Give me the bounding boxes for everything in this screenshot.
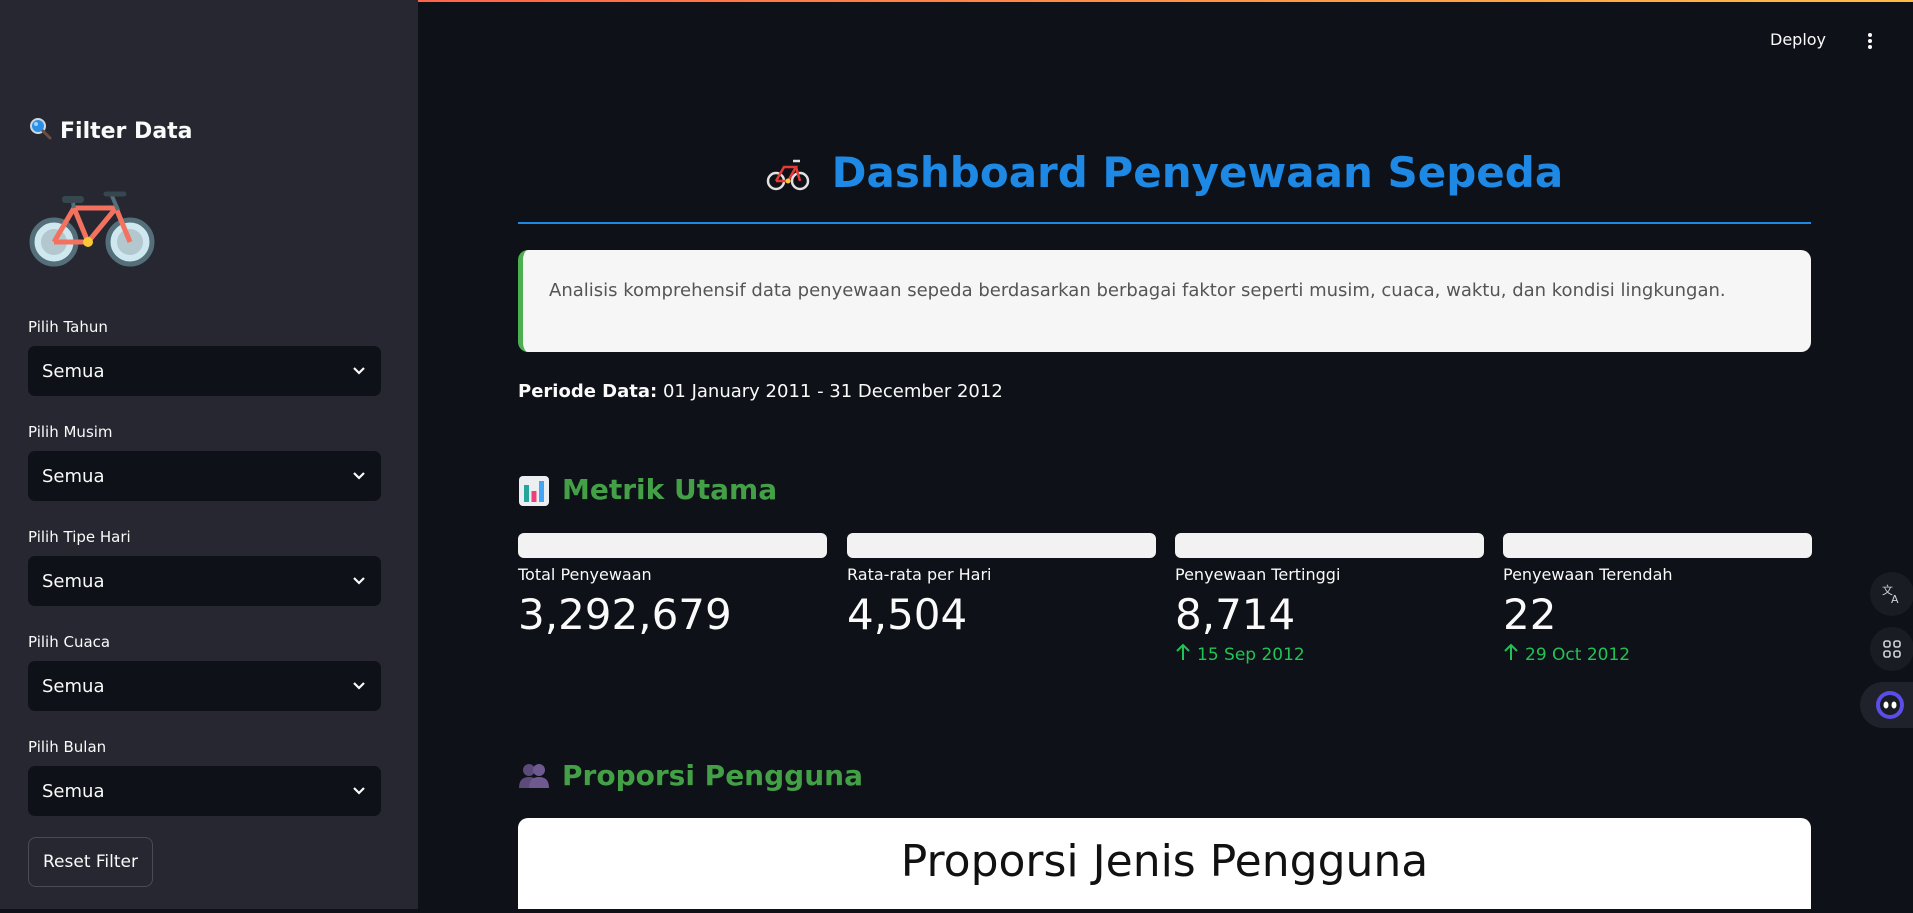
bicycle-icon: [766, 156, 822, 196]
periode-value: 01 January 2011 - 31 December 2012: [662, 381, 1003, 402]
bicycle-image: [28, 184, 156, 272]
more-options-icon[interactable]: [1862, 30, 1878, 52]
metric-terendah: Penyewaan Terendah 22 29 Oct 2012: [1503, 533, 1812, 666]
metric-label: Rata-rata per Hari: [847, 565, 992, 584]
chevron-down-icon: [351, 678, 367, 694]
metric-value: 4,504: [847, 590, 968, 639]
metric-bar: [847, 533, 1156, 558]
description-text: Analisis komprehensif data penyewaan sep…: [549, 280, 1726, 301]
apps-grid-icon[interactable]: [1870, 627, 1913, 671]
filter-tipe-hari-value: Semua: [42, 570, 105, 592]
page-title: Dashboard Penyewaan Sepeda: [518, 148, 1811, 197]
metric-value: 3,292,679: [518, 590, 732, 639]
metric-delta: 29 Oct 2012: [1503, 643, 1812, 666]
filter-bulan-label: Pilih Bulan: [28, 738, 107, 756]
chevron-down-icon: [351, 783, 367, 799]
filter-tipe-hari-select[interactable]: Semua: [28, 556, 381, 606]
users-title-label: Proporsi Pengguna: [562, 759, 863, 792]
chevron-down-icon: [351, 468, 367, 484]
metric-delta: 15 Sep 2012: [1175, 643, 1484, 666]
sidebar-title-label: Filter Data: [60, 118, 193, 144]
filter-musim-select[interactable]: Semua: [28, 451, 381, 501]
reset-filter-button[interactable]: Reset Filter: [28, 837, 153, 887]
metric-value: 8,714: [1175, 590, 1296, 639]
filter-bulan-value: Semua: [42, 780, 105, 802]
metric-bar: [518, 533, 827, 558]
chevron-down-icon: [351, 363, 367, 379]
sidebar: Filter Data Pilih Tahun Semua Pilih Musi…: [0, 0, 418, 909]
arrow-up-icon: [1175, 643, 1191, 666]
users-icon: [518, 761, 550, 791]
chart-title: Proporsi Jenis Pengguna: [900, 836, 1429, 887]
periode-data: Periode Data: 01 January 2011 - 31 Decem…: [518, 381, 1003, 402]
filter-bulan-select[interactable]: Semua: [28, 766, 381, 816]
arrow-up-icon: [1503, 643, 1519, 666]
magnifier-icon: [28, 116, 52, 146]
metric-value: 22: [1503, 590, 1557, 639]
filter-tahun-select[interactable]: Semua: [28, 346, 381, 396]
filter-tipe-hari: Pilih Tipe Hari Semua: [28, 528, 381, 606]
metric-bar: [1503, 533, 1812, 558]
metric-label: Penyewaan Terendah: [1503, 565, 1673, 584]
metric-label: Total Penyewaan: [518, 565, 652, 584]
assistant-icon[interactable]: [1860, 682, 1913, 728]
chevron-down-icon: [351, 573, 367, 589]
deploy-button[interactable]: Deploy: [1770, 30, 1826, 49]
filter-tahun-label: Pilih Tahun: [28, 318, 108, 336]
metric-bar: [1175, 533, 1484, 558]
filter-bulan: Pilih Bulan Semua: [28, 738, 381, 816]
filter-cuaca-value: Semua: [42, 675, 105, 697]
filter-cuaca-select[interactable]: Semua: [28, 661, 381, 711]
svg-text:A: A: [1891, 593, 1899, 605]
user-proportion-chart: Proporsi Jenis Pengguna: [518, 818, 1811, 909]
filter-tahun: Pilih Tahun Semua: [28, 318, 381, 396]
filter-cuaca-label: Pilih Cuaca: [28, 633, 111, 651]
sidebar-title: Filter Data: [28, 116, 193, 146]
filter-musim-value: Semua: [42, 465, 105, 487]
periode-label: Periode Data:: [518, 381, 658, 402]
metric-tertinggi: Penyewaan Tertinggi 8,714 15 Sep 2012: [1175, 533, 1484, 666]
metric-delta-text: 29 Oct 2012: [1525, 644, 1631, 665]
metric-total-penyewaan: Total Penyewaan 3,292,679: [518, 533, 827, 639]
bar-chart-icon: [518, 475, 550, 506]
filter-musim-label: Pilih Musim: [28, 423, 113, 441]
translate-icon[interactable]: 文 A: [1870, 572, 1913, 616]
metric-label: Penyewaan Tertinggi: [1175, 565, 1341, 584]
filter-tipe-hari-label: Pilih Tipe Hari: [28, 528, 131, 546]
metric-delta-text: 15 Sep 2012: [1197, 644, 1305, 665]
filter-musim: Pilih Musim Semua: [28, 423, 381, 501]
title-divider: [518, 222, 1811, 224]
page-title-label: Dashboard Penyewaan Sepeda: [831, 148, 1564, 197]
description-box: Analisis komprehensif data penyewaan sep…: [518, 250, 1811, 352]
filter-tahun-value: Semua: [42, 360, 105, 382]
users-section-title: Proporsi Pengguna: [518, 759, 863, 792]
metrics-section-title: Metrik Utama: [518, 473, 777, 506]
metric-rata-rata: Rata-rata per Hari 4,504: [847, 533, 1156, 639]
metrics-title-label: Metrik Utama: [562, 473, 778, 506]
filter-cuaca: Pilih Cuaca Semua: [28, 633, 381, 711]
